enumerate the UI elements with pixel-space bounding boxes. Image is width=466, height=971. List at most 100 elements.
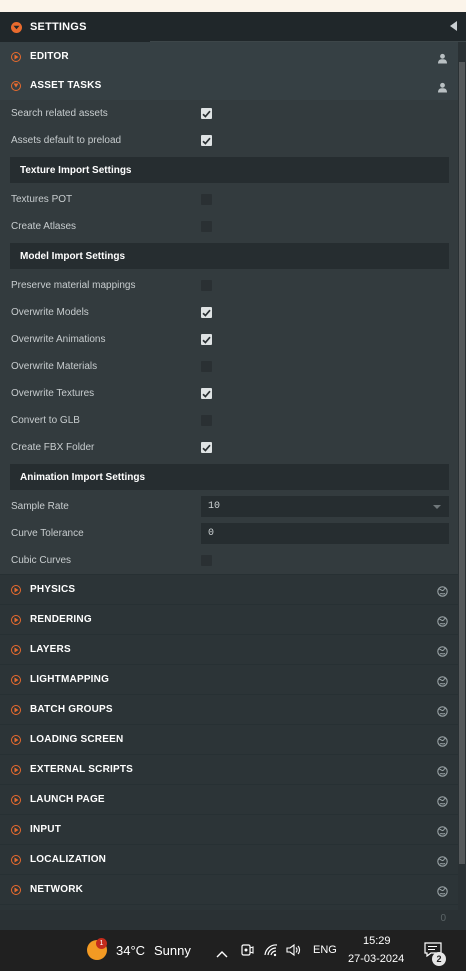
curve-tolerance-row: Curve Tolerance 0 [0, 520, 458, 547]
section-label: INPUT [30, 824, 61, 835]
clock-date[interactable]: 27-03-2024 [348, 953, 404, 965]
meet-now-icon[interactable] [240, 943, 254, 962]
section-label: EDITOR [30, 51, 69, 62]
language-indicator[interactable]: ENG [313, 944, 337, 956]
sample-rate-select[interactable]: 10 [201, 496, 449, 517]
chevron-down-icon [11, 80, 21, 91]
setting-label: Textures POT [11, 194, 73, 205]
user-icon [437, 51, 448, 69]
setting-label: Search related assets [11, 108, 108, 119]
weather-temperature[interactable]: 34°C [116, 943, 145, 958]
notification-count-badge: 2 [432, 952, 446, 966]
scrollbar-thumb[interactable] [459, 62, 465, 864]
section-loading-screen[interactable]: LOADING SCREEN [0, 724, 458, 754]
section-label: BATCH GROUPS [30, 704, 113, 715]
weather-condition[interactable]: Sunny [154, 943, 191, 958]
settings-header[interactable]: SETTINGS [0, 12, 466, 42]
section-label: LAYERS [30, 644, 71, 655]
settings-panel: EDITOR ASSET TASKS Search related assets… [0, 42, 458, 910]
section-label: ASSET TASKS [30, 80, 102, 91]
section-localization[interactable]: LOCALIZATION [0, 844, 458, 874]
setting-checkbox[interactable] [201, 307, 212, 318]
section-label: LAUNCH PAGE [30, 794, 105, 805]
chevron-right-icon [11, 644, 21, 655]
setting-row: Search related assets [0, 100, 458, 127]
section-asset-tasks[interactable]: ASSET TASKS [0, 71, 458, 100]
section-external-scripts[interactable]: EXTERNAL SCRIPTS [0, 754, 458, 784]
setting-checkbox[interactable] [201, 108, 212, 119]
setting-checkbox[interactable] [201, 334, 212, 345]
sample-rate-label: Sample Rate [11, 501, 69, 512]
cubic-curves-label: Cubic Curves [11, 555, 72, 566]
section-physics[interactable]: PHYSICS [0, 574, 458, 604]
section-editor[interactable]: EDITOR [0, 42, 458, 71]
chevron-right-icon [11, 614, 21, 625]
section-label: PHYSICS [30, 584, 76, 595]
chevron-right-icon [11, 764, 21, 775]
globe-icon [437, 644, 448, 662]
setting-row: Overwrite Textures [0, 380, 458, 407]
curve-tolerance-input[interactable]: 0 [201, 523, 449, 544]
section-rendering[interactable]: RENDERING [0, 604, 458, 634]
setting-row: Assets default to preload [0, 127, 458, 154]
setting-row: Overwrite Materials [0, 353, 458, 380]
globe-icon [437, 584, 448, 602]
chevron-right-icon [11, 884, 21, 895]
globe-icon [437, 794, 448, 812]
section-layers[interactable]: LAYERS [0, 634, 458, 664]
section-label: LOCALIZATION [30, 854, 107, 865]
section-lightmapping[interactable]: LIGHTMAPPING [0, 664, 458, 694]
setting-label: Convert to GLB [11, 415, 80, 426]
section-batch-groups[interactable]: BATCH GROUPS [0, 694, 458, 724]
footer-count: 0 [440, 913, 446, 924]
setting-label: Create FBX Folder [11, 442, 95, 453]
section-launch-page[interactable]: LAUNCH PAGE [0, 784, 458, 814]
panel-footer: 0 [0, 910, 466, 930]
setting-checkbox[interactable] [201, 221, 212, 232]
chevron-up-icon[interactable] [216, 945, 228, 963]
chevron-right-icon [11, 794, 21, 805]
setting-checkbox[interactable] [201, 194, 212, 205]
chevron-right-icon [11, 824, 21, 835]
section-network[interactable]: NETWORK [0, 874, 458, 904]
setting-label: Overwrite Materials [11, 361, 98, 372]
globe-icon [437, 704, 448, 722]
setting-checkbox[interactable] [201, 442, 212, 453]
section-label: RENDERING [30, 614, 92, 625]
chevron-right-icon [11, 674, 21, 685]
setting-label: Overwrite Models [11, 307, 89, 318]
section-label: LIGHTMAPPING [30, 674, 110, 685]
section-label: NETWORK [30, 884, 84, 895]
chevron-right-icon [11, 734, 21, 745]
setting-label: Assets default to preload [11, 135, 122, 146]
window-top-strip [0, 0, 466, 12]
setting-checkbox[interactable] [201, 415, 212, 426]
chevron-right-icon [11, 854, 21, 865]
setting-checkbox[interactable] [201, 388, 212, 399]
setting-checkbox[interactable] [201, 135, 212, 146]
setting-label: Overwrite Textures [11, 388, 95, 399]
texture-import-header: Texture Import Settings [10, 157, 449, 183]
chevron-right-icon [11, 51, 21, 62]
setting-row: Preserve material mappings [0, 272, 458, 299]
setting-checkbox[interactable] [201, 280, 212, 291]
sample-rate-row: Sample Rate 10 [0, 493, 458, 520]
volume-icon[interactable] [286, 943, 302, 962]
wifi-icon[interactable] [264, 943, 280, 962]
clock-time[interactable]: 15:29 [363, 935, 391, 947]
globe-icon [437, 734, 448, 752]
cubic-curves-checkbox[interactable] [201, 555, 212, 566]
setting-row: Convert to GLB [0, 407, 458, 434]
globe-icon [437, 614, 448, 632]
user-icon [437, 80, 448, 98]
globe-icon [437, 884, 448, 902]
collapse-panel-icon[interactable] [450, 21, 457, 31]
asset-tasks-content: Search related assets Assets default to p… [0, 100, 458, 574]
curve-tolerance-label: Curve Tolerance [11, 528, 84, 539]
weather-badge: 1 [96, 938, 107, 949]
chevron-right-icon [11, 704, 21, 715]
section-input[interactable]: INPUT [0, 814, 458, 844]
setting-checkbox[interactable] [201, 361, 212, 372]
setting-label: Create Atlases [11, 221, 77, 232]
setting-label: Overwrite Animations [11, 334, 106, 345]
